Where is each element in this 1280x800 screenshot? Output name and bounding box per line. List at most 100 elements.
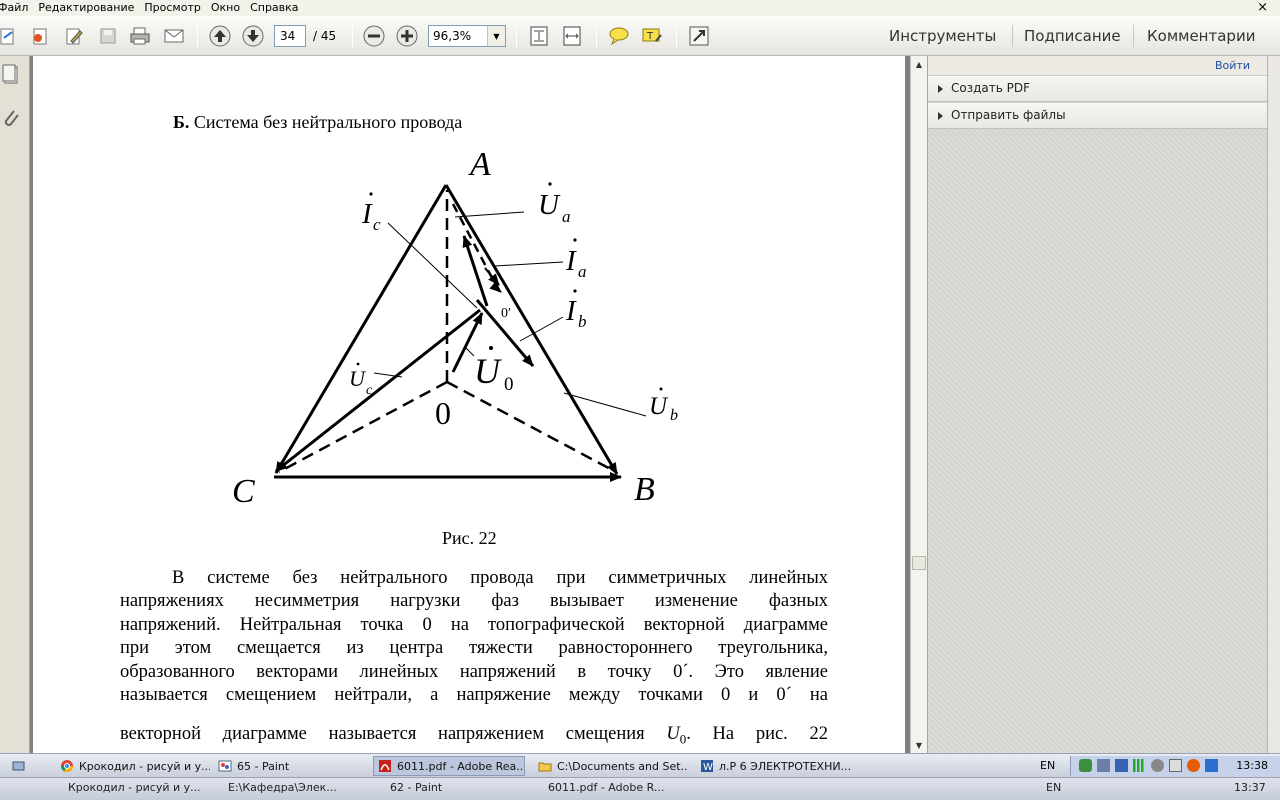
full-screen-icon[interactable] [687, 24, 711, 48]
next-page-icon[interactable] [241, 24, 265, 48]
window-scrollbar[interactable] [1267, 56, 1280, 753]
zoom-select[interactable]: 96,3% ▼ [428, 25, 506, 47]
tab-sign[interactable]: Подписание [1024, 27, 1121, 45]
login-link[interactable]: Войти [1215, 59, 1250, 72]
paragraph-text: векторной диаграмме называется напряжени… [120, 724, 645, 745]
label-ub-sub: b [670, 407, 678, 424]
language-indicator-secondary[interactable]: EN [1046, 781, 1061, 794]
print-icon[interactable] [128, 24, 152, 48]
edit-document-icon[interactable] [62, 24, 86, 48]
task-adobe-reader[interactable]: 6011.pdf - Adobe Rea... [373, 756, 525, 776]
scroll-thumb[interactable] [912, 556, 926, 570]
pdf-page: Б. Система без нейтрального провода A B … [33, 56, 905, 753]
combine-pdf-icon[interactable] [28, 24, 52, 48]
paragraph-line: при этом смещается из центра тяжести рав… [120, 638, 828, 659]
task-label: Крокодил - рисуй и у... [79, 759, 210, 773]
task-label: л.Р 6 ЭЛЕКТРОТЕХНИ... [719, 759, 850, 773]
folder-icon [538, 762, 552, 772]
comment-icon[interactable] [607, 24, 631, 48]
task-paint[interactable]: 65 - Paint [218, 756, 358, 776]
navigation-pane [0, 56, 30, 753]
tray-monitor-icon[interactable] [1115, 759, 1128, 772]
panel-background [928, 130, 1268, 753]
tab-comments[interactable]: Комментарии [1147, 27, 1255, 45]
label-uc-sub: c [366, 383, 373, 398]
paragraph-line: векторной диаграмме называется напряжени… [120, 723, 828, 751]
vector-diagram: A B C 0 0′ U a I a I b I c U c U b U 0 [232, 146, 678, 510]
tray-app-icon[interactable] [1079, 759, 1092, 772]
menu-file[interactable]: Файл [0, 0, 33, 16]
menu-edit[interactable]: Редактирование [33, 0, 139, 16]
tray-settings-icon[interactable] [1151, 759, 1164, 772]
svg-text:W: W [703, 762, 713, 773]
u0-letter: U [666, 724, 680, 745]
task-secondary-paint[interactable]: 62 - Paint [390, 781, 442, 794]
vector-ic [275, 308, 481, 473]
zoom-in-icon[interactable] [395, 24, 419, 48]
menu-view[interactable]: Просмотр [139, 0, 205, 16]
signal-icon[interactable] [1133, 759, 1146, 772]
label-a: A [468, 146, 491, 183]
body-paragraph: В системе без нейтрального провода при с… [120, 567, 828, 752]
network-icon[interactable] [1097, 759, 1110, 772]
highlight-text-icon[interactable]: T [640, 24, 664, 48]
task-chrome[interactable]: Крокодил - рисуй и у... [60, 756, 210, 776]
label-ib: I [565, 295, 577, 327]
document-view[interactable]: Б. Система без нейтрального провода A B … [30, 56, 910, 753]
tray-security-icon[interactable] [1205, 759, 1218, 772]
warning-icon[interactable] [1187, 759, 1200, 772]
label-uc: U [349, 366, 367, 391]
taskbar: Крокодил - рисуй и у... 65 - Paint 6011.… [0, 753, 1280, 777]
language-indicator[interactable]: EN [1040, 759, 1055, 772]
fit-width-icon[interactable] [560, 24, 584, 48]
menu-bar: Файл Редактирование Просмотр Окно Справк… [0, 0, 1280, 16]
dot-u0 [489, 346, 493, 350]
word-icon: W [701, 760, 713, 773]
menu-help[interactable]: Справка [245, 0, 303, 16]
fit-page-icon[interactable] [527, 24, 551, 48]
taskbar-secondary: Крокодил - рисуй и у... E:\Кафедра\Элек.… [0, 777, 1280, 800]
previous-page-icon[interactable] [208, 24, 232, 48]
task-secondary-chrome[interactable]: Крокодил - рисуй и у... [68, 781, 201, 794]
svg-text:T: T [646, 31, 654, 42]
leader-ic [387, 222, 478, 309]
create-pdf-icon[interactable] [0, 24, 20, 48]
task-explorer[interactable]: C:\Documents and Set... [538, 756, 688, 776]
task-secondary-explorer[interactable]: E:\Кафедра\Элек... [228, 781, 337, 794]
zoom-value: 96,3% [433, 29, 472, 43]
panel-item-label: Отправить файлы [951, 108, 1066, 122]
dot-uc [356, 362, 360, 366]
scroll-up-icon[interactable]: ▲ [911, 56, 927, 72]
vector-ab [444, 184, 619, 475]
page-thumbnails-icon[interactable] [2, 64, 20, 89]
document-scrollbar[interactable]: ▲ ▼ [910, 56, 927, 753]
speaker-icon[interactable] [1169, 759, 1182, 772]
close-document-icon[interactable]: × [1257, 0, 1268, 15]
label-c: C [232, 473, 255, 510]
u0-subscript: 0 [679, 732, 687, 748]
menu-window[interactable]: Окно [206, 0, 245, 16]
quick-launch-icon[interactable] [12, 756, 42, 776]
clock[interactable]: 13:38 [1236, 759, 1268, 772]
label-ia: I [565, 245, 577, 277]
save-icon[interactable] [96, 24, 120, 48]
dot-ic [369, 192, 373, 196]
task-word[interactable]: W л.Р 6 ЭЛЕКТРОТЕХНИ... [700, 756, 850, 776]
task-secondary-adobe[interactable]: 6011.pdf - Adobe R... [548, 781, 664, 794]
zoom-out-icon[interactable] [362, 24, 386, 48]
label-u0-sub: 0 [504, 374, 514, 395]
system-tray: 13:38 [1070, 756, 1280, 776]
label-ub: U [649, 393, 669, 420]
panel-send-files[interactable]: Отправить файлы [928, 103, 1268, 129]
scroll-down-icon[interactable]: ▼ [911, 737, 927, 753]
paragraph-line: называется смещением нейтрали, а напряже… [120, 685, 828, 706]
clock-secondary[interactable]: 13:37 [1234, 781, 1266, 794]
chevron-down-icon[interactable]: ▼ [487, 26, 505, 46]
dot-ua [548, 182, 552, 186]
email-icon[interactable] [162, 24, 186, 48]
attachments-icon[interactable] [2, 108, 20, 133]
panel-create-pdf[interactable]: Создать PDF [928, 76, 1268, 102]
page-number-input[interactable] [274, 25, 306, 47]
toolbar: / 45 96,3% ▼ T Инструменты Подписание Ко… [0, 16, 1280, 56]
tab-tools[interactable]: Инструменты [889, 27, 996, 45]
